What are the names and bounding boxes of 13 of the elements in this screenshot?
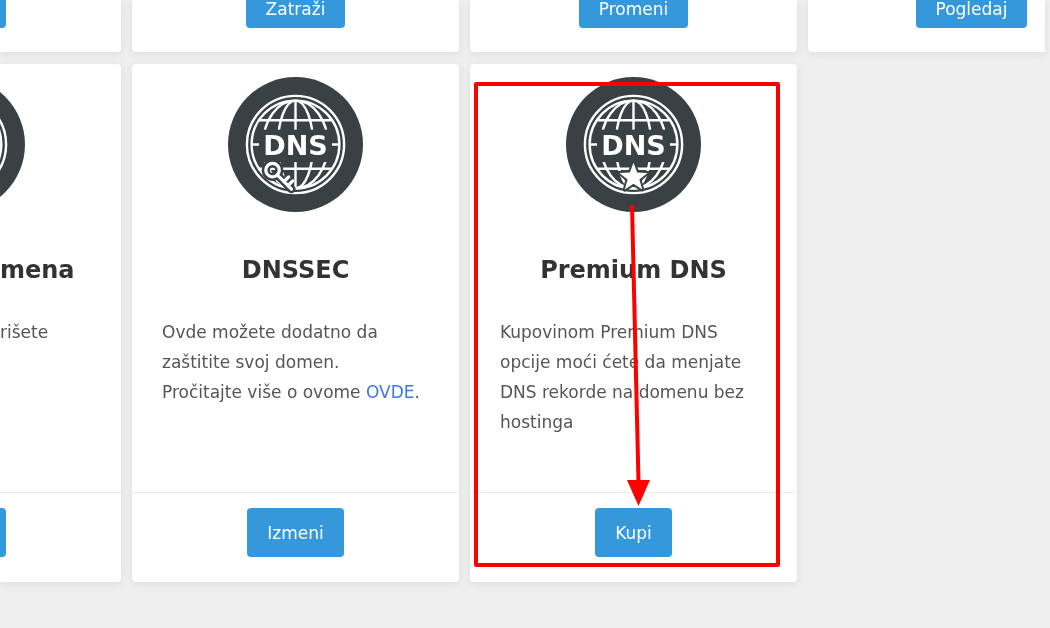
- action-button[interactable]: [0, 0, 6, 28]
- action-button[interactable]: Pogledaj: [915, 0, 1028, 28]
- globe-key-icon: DNS: [228, 77, 363, 212]
- card-title: DNSSEC: [241, 255, 350, 286]
- action-button[interactable]: Zatraži: [245, 0, 346, 28]
- action-button[interactable]: Kupi: [595, 508, 672, 557]
- action-button[interactable]: Izmeni: [247, 508, 344, 557]
- action-button[interactable]: Promeni: [578, 0, 689, 28]
- read-more-link[interactable]: OVDE: [366, 382, 415, 402]
- card-description: Ovde možete dodatno da zaštitite svoj domen. Pročitajte više o ovome OVDE.: [162, 321, 421, 404]
- card-description: rišete: [0, 321, 50, 344]
- card-title: mena: [0, 255, 75, 286]
- action-button[interactable]: [0, 508, 6, 557]
